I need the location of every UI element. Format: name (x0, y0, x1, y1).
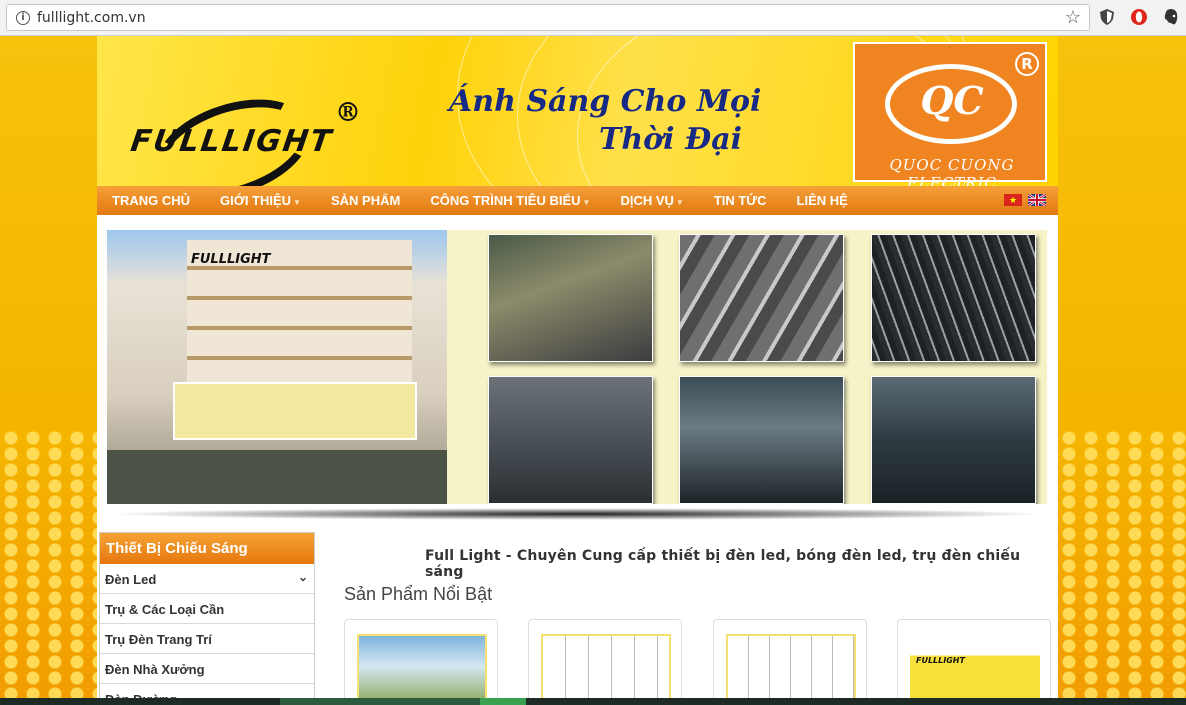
product-card[interactable] (528, 619, 682, 705)
product-image[interactable] (726, 634, 856, 705)
logo-text: FULLLIGHT (128, 124, 336, 159)
nav-item-news[interactable]: TIN TỨC (714, 193, 767, 208)
address-bar[interactable]: i fulllight.com.vn ☆ (6, 4, 1090, 31)
company-building-photo: FULLLIGHT (107, 230, 447, 504)
bookmark-star-icon[interactable]: ☆ (1065, 7, 1081, 28)
vietnam-flag-icon[interactable] (1004, 194, 1022, 206)
os-taskbar (0, 698, 1186, 705)
welder-photo (871, 376, 1036, 504)
uk-flag-icon[interactable] (1028, 194, 1046, 206)
nav-label: SẢN PHẨM (330, 193, 401, 208)
qc-logo-text: QC (920, 78, 984, 123)
sidebar-item-label: Đèn Nhà Xưởng (105, 662, 205, 677)
factory-machine-photo (488, 376, 653, 504)
nav-item-contact[interactable]: LIÊN HỆ (797, 193, 848, 208)
signboard-text: FULLLIGHT (191, 252, 271, 267)
info-icon[interactable]: i (16, 11, 30, 25)
product-image[interactable] (541, 634, 671, 705)
street-scene (107, 450, 447, 504)
sidebar-item-tru-can[interactable]: Trụ & Các Loại Cần (100, 594, 314, 624)
fulllight-logo[interactable]: FULLLIGHT ® (113, 64, 361, 186)
image-slider[interactable]: FULLLIGHT (107, 230, 1047, 504)
sidebar-item-label: Đèn Led (105, 572, 157, 587)
header-banner: FULLLIGHT ® Ánh Sáng Cho Mọi Thời Đại QC… (97, 36, 1058, 186)
chevron-down-icon[interactable]: ⌄ (298, 570, 308, 584)
taskbar-app-active[interactable] (480, 698, 526, 705)
registered-mark: ® (335, 98, 361, 128)
nav-label: TRANG CHỦ (112, 193, 190, 208)
nav-item-about[interactable]: GIỚI THIỆU ▼ (220, 193, 301, 208)
product-card[interactable]: FULLLIGHT (897, 619, 1051, 705)
opera-extension-icon[interactable] (1130, 8, 1148, 26)
caret-down-icon: ▼ (293, 198, 301, 207)
qc-company-name: QUOC CUONG ELECTRIC (889, 156, 1015, 186)
steel-poles-photo (679, 234, 844, 362)
sidebar-title: Thiết Bị Chiếu Sáng (100, 533, 314, 564)
shield-extension-icon[interactable] (1098, 8, 1116, 26)
worker-machine-photo (679, 376, 844, 504)
sidebar-item-den-nha-xuong[interactable]: Đèn Nhà Xưởng (100, 654, 314, 684)
sidebar-item-label: Trụ & Các Loại Cần (105, 602, 225, 617)
nav-label: GIỚI THIỆU (220, 193, 292, 208)
slider-shadow (107, 508, 1047, 520)
nav-item-home[interactable]: TRANG CHỦ (112, 193, 190, 208)
nav-item-projects[interactable]: CÔNG TRÌNH TIÊU BIỂU ▼ (430, 193, 590, 208)
product-card[interactable] (344, 619, 498, 705)
sidebar-item-den-led[interactable]: Đèn Led ⌄ (100, 564, 314, 594)
evernote-extension-icon[interactable] (1162, 8, 1180, 26)
product-logo-text: FULLLIGHT (916, 656, 965, 665)
product-image[interactable]: FULLLIGHT (910, 634, 1040, 705)
steel-arms-photo (871, 234, 1036, 362)
nav-label: TIN TỨC (713, 193, 767, 208)
category-sidebar: Thiết Bị Chiếu Sáng Đèn Led ⌄ Trụ & Các … (99, 532, 315, 705)
qc-electric-logo: QC R QUOC CUONG ELECTRIC (853, 42, 1047, 186)
background-dot-pattern-right (1058, 430, 1186, 700)
qc-registered-mark: R (1015, 52, 1039, 76)
slogan-line-1: Ánh Sáng Cho Mọi (449, 84, 762, 119)
featured-products-title: Sản Phẩm Nổi Bật (344, 584, 493, 604)
sidebar-item-tru-den-trang-tri[interactable]: Trụ Đèn Trang Trí (100, 624, 314, 654)
company-signboard (173, 382, 417, 440)
url-text[interactable]: fulllight.com.vn (37, 10, 146, 26)
nav-label: CÔNG TRÌNH TIÊU BIỂU (430, 193, 581, 208)
exhibition-booth-photo (488, 234, 653, 362)
sidebar-item-label: Trụ Đèn Trang Trí (105, 632, 212, 647)
site-tagline: Full Light - Chuyên Cung cấp thiết bị đè… (425, 548, 1021, 580)
nav-item-products[interactable]: SẢN PHẨM (331, 193, 400, 208)
nav-label: DỊCH VỤ (620, 193, 674, 208)
caret-down-icon: ▼ (582, 198, 591, 207)
page-container: FULLLIGHT ® Ánh Sáng Cho Mọi Thời Đại QC… (97, 36, 1058, 705)
nav-item-services[interactable]: DỊCH VỤ ▼ (620, 193, 683, 208)
background-dot-pattern-left (0, 430, 97, 700)
product-image[interactable] (357, 634, 487, 705)
product-card[interactable] (713, 619, 867, 705)
main-nav: TRANG CHỦ GIỚI THIỆU ▼ SẢN PHẨM CÔNG TRÌN… (97, 186, 1058, 215)
nav-label: LIÊN HỆ (796, 193, 848, 208)
taskbar-app[interactable] (280, 698, 480, 705)
browser-toolbar: i fulllight.com.vn ☆ (0, 0, 1186, 36)
caret-down-icon: ▼ (675, 198, 684, 207)
slogan-line-2: Thời Đại (599, 122, 743, 157)
